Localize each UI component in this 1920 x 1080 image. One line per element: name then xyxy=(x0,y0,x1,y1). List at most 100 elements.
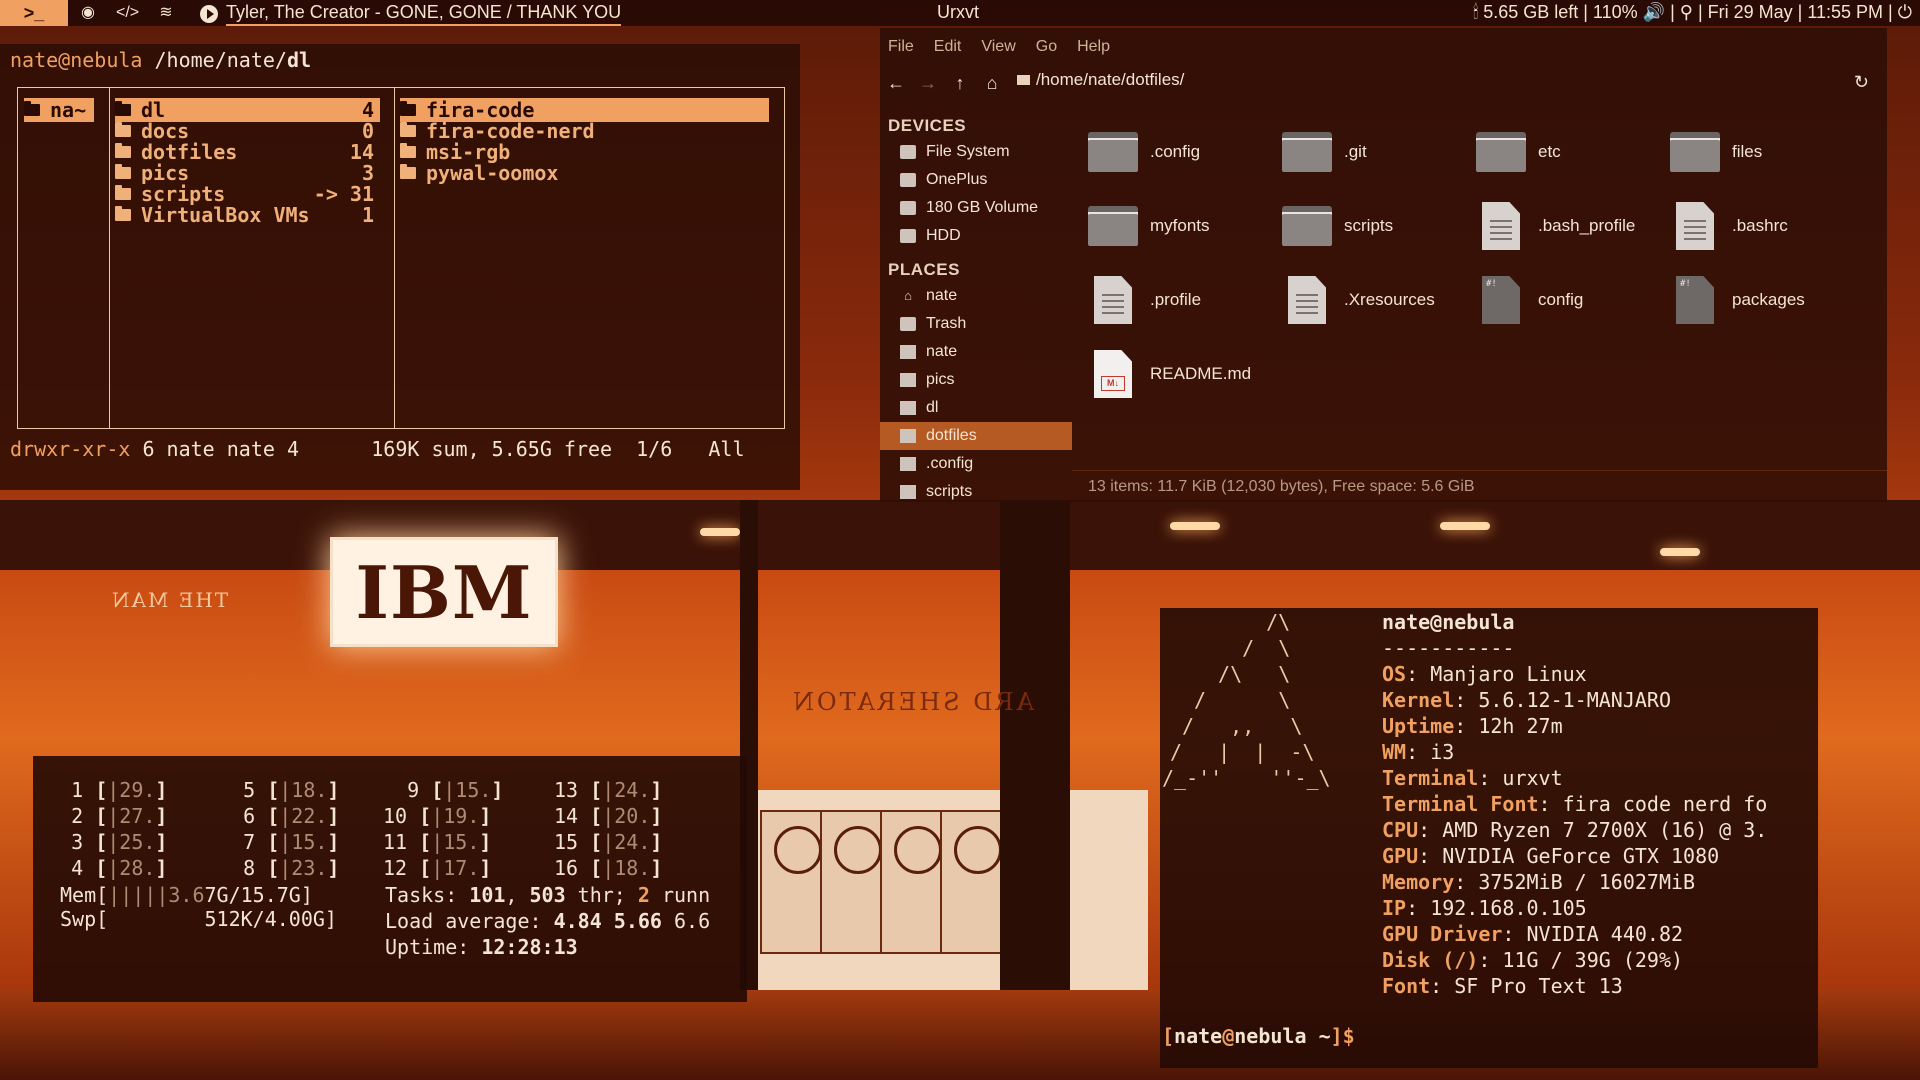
file-item[interactable]: myfonts xyxy=(1088,196,1278,256)
wifi-icon[interactable]: | ⚲ | xyxy=(1670,2,1708,22)
neofetch-value: i3 xyxy=(1430,740,1455,764)
sidebar-item-device[interactable]: 180 GB Volume xyxy=(880,194,1072,222)
folder-icon xyxy=(115,143,131,158)
cpu-value: 20. xyxy=(614,804,651,828)
sidebar-item-place[interactable]: pics xyxy=(880,366,1072,394)
chrome-icon[interactable]: ◉ xyxy=(78,3,98,23)
file-item[interactable]: .bash_profile xyxy=(1476,196,1666,256)
cpu-bar: | xyxy=(279,830,292,854)
shell-prompt[interactable]: [nate@nebula ~]$ xyxy=(1162,1024,1355,1048)
cpu-bracket: ] xyxy=(155,778,168,802)
threads-label: thr; xyxy=(565,883,638,907)
cpu-meter: 12 [|17.] xyxy=(383,855,491,881)
file-item[interactable]: packages xyxy=(1670,270,1860,330)
folder-icon xyxy=(1282,206,1332,246)
cpu-bracket: [ xyxy=(95,778,108,802)
neofetch-line: GPU: NVIDIA GeForce GTX 1080 xyxy=(1382,844,1720,868)
play-icon[interactable] xyxy=(200,5,218,23)
file-item[interactable]: scripts xyxy=(1282,196,1472,256)
list-item[interactable]: na~ xyxy=(24,98,94,122)
code-icon[interactable]: </> xyxy=(116,3,139,23)
list-item[interactable]: VirtualBox VMs 1 xyxy=(115,203,380,227)
status-area: 🕯 5.65 GB left | 110% 🔊 | ⚲ | Fri 29 May… xyxy=(1473,2,1912,23)
sidebar-item-place[interactable]: ⌂ nate xyxy=(880,282,1072,310)
ranger-current-column: dl 4 docs 0 dotfiles 14 pics 3 scripts -> 31 Virtu… xyxy=(109,88,395,428)
htop-terminal[interactable]: Mem[|||||3.67G/15.7G] Swp[ 512K/4.00G] T… xyxy=(33,756,747,1002)
sidebar-item-device[interactable]: OnePlus xyxy=(880,166,1072,194)
menu-item-help[interactable]: Help xyxy=(1077,38,1110,56)
tasks-label: Tasks: xyxy=(385,883,470,907)
sidebar-item-device[interactable]: File System xyxy=(880,138,1072,166)
neofetch-line: Memory: 3752MiB / 16027MiB xyxy=(1382,870,1696,894)
menu-item-edit[interactable]: Edit xyxy=(934,38,962,56)
terminal-icon[interactable]: >_ xyxy=(0,0,68,26)
up-icon[interactable]: ↑ xyxy=(944,73,976,94)
home-icon[interactable]: ⌂ xyxy=(976,73,1008,94)
file-item[interactable]: .git xyxy=(1282,122,1472,182)
sidebar-item-place[interactable]: .config xyxy=(880,450,1072,478)
cpu-bar: | xyxy=(107,804,120,828)
prompt-user: nate xyxy=(1174,1024,1223,1048)
cpu-number: 16 xyxy=(554,856,579,880)
neofetch-line: Font: SF Pro Text 13 xyxy=(1382,974,1623,998)
location-bar[interactable]: /home/nate/dotfiles/ xyxy=(1017,70,1184,90)
menu-item-view[interactable]: View xyxy=(981,38,1015,56)
now-playing-title: Tyler, The Creator - GONE, GONE / THANK … xyxy=(226,2,622,26)
cpu-bracket: ] xyxy=(155,830,168,854)
forward-icon[interactable]: → xyxy=(912,73,944,94)
ascii-line: /\ \ xyxy=(1206,662,1291,686)
neofetch-terminal[interactable]: /\ / \ /\ \ / \ / ,, \ / | | -\/_-'' ''-_\ … xyxy=(1160,608,1818,1068)
menu-item-go[interactable]: Go xyxy=(1036,38,1057,56)
file-item[interactable]: .bashrc xyxy=(1670,196,1860,256)
ranger-path-prefix: /home/nate/ xyxy=(154,48,287,72)
sidebar-item-place[interactable]: dotfiles xyxy=(880,422,1072,450)
ascii-line: /\ xyxy=(1230,610,1291,634)
folder-icon xyxy=(1282,132,1332,172)
file-item[interactable]: .config xyxy=(1088,122,1278,182)
file-item[interactable]: .profile xyxy=(1088,270,1278,330)
menu-item-file[interactable]: File xyxy=(888,38,914,56)
reload-icon[interactable]: ↻ xyxy=(1854,72,1869,93)
sidebar-item-device[interactable]: HDD xyxy=(880,222,1072,250)
sidebar-item-place[interactable]: Trash xyxy=(880,310,1072,338)
cpu-bracket: ] xyxy=(479,830,492,854)
text-line xyxy=(1684,226,1706,228)
sidebar-item-place[interactable]: nate xyxy=(880,338,1072,366)
cpu-meter: 6 [|22.] xyxy=(219,803,339,829)
ranger-terminal[interactable]: nate@nebula /home/nate/dl na~ dl 4 docs 0 do… xyxy=(0,44,800,490)
folder-icon-front xyxy=(1282,140,1332,172)
back-icon[interactable]: ← xyxy=(880,73,912,94)
list-item[interactable]: pywal-oomox xyxy=(400,161,769,185)
cpu-bracket: [ xyxy=(267,778,280,802)
ibm-sign: IBM xyxy=(330,537,558,647)
sidebar-heading-devices: DEVICES xyxy=(888,116,967,135)
cpu-value: 29. xyxy=(119,778,156,802)
sidebar-item-place[interactable]: dl xyxy=(880,394,1072,422)
file-item[interactable]: files xyxy=(1670,122,1860,182)
sidebar-item-place[interactable]: scripts xyxy=(880,478,1072,506)
file-item[interactable]: etc xyxy=(1476,122,1666,182)
now-playing[interactable]: Tyler, The Creator - GONE, GONE / THANK … xyxy=(200,2,622,26)
cpu-value: 22. xyxy=(291,804,328,828)
spotify-icon[interactable]: ≋ xyxy=(156,3,176,23)
mem-bar: |||||3.6 xyxy=(108,883,205,907)
cpu-bracket: [ xyxy=(590,778,603,802)
file-item-label: scripts xyxy=(1344,216,1394,235)
cpu-meter: 9 [|15.] xyxy=(383,777,503,803)
load-label: Load average: xyxy=(385,909,554,933)
file-item[interactable]: M↓ README.md xyxy=(1088,344,1278,404)
home-icon: ⌂ xyxy=(904,288,912,303)
neofetch-value: 3752MiB / 16027MiB xyxy=(1478,870,1696,894)
file-item[interactable]: config xyxy=(1476,270,1666,330)
file-manager-statusbar: 13 items: 11.7 KiB (12,030 bytes), Free … xyxy=(1072,470,1887,502)
volume-icon[interactable]: 🔊 xyxy=(1643,2,1665,22)
neofetch-line: WM: i3 xyxy=(1382,740,1455,764)
file-item[interactable]: .Xresources xyxy=(1282,270,1472,330)
folder-icon xyxy=(115,206,131,221)
folder-icon-front xyxy=(1476,140,1526,172)
power-icon[interactable]: ⏻ xyxy=(1898,2,1912,22)
location-path: /home/nate/dotfiles/ xyxy=(1036,70,1185,89)
cpu-bracket: [ xyxy=(590,804,603,828)
file-manager-window[interactable]: File Edit View Go Help ← → ↑ ⌂ /home/nate/do… xyxy=(880,28,1887,502)
cpu-bracket: [ xyxy=(267,804,280,828)
